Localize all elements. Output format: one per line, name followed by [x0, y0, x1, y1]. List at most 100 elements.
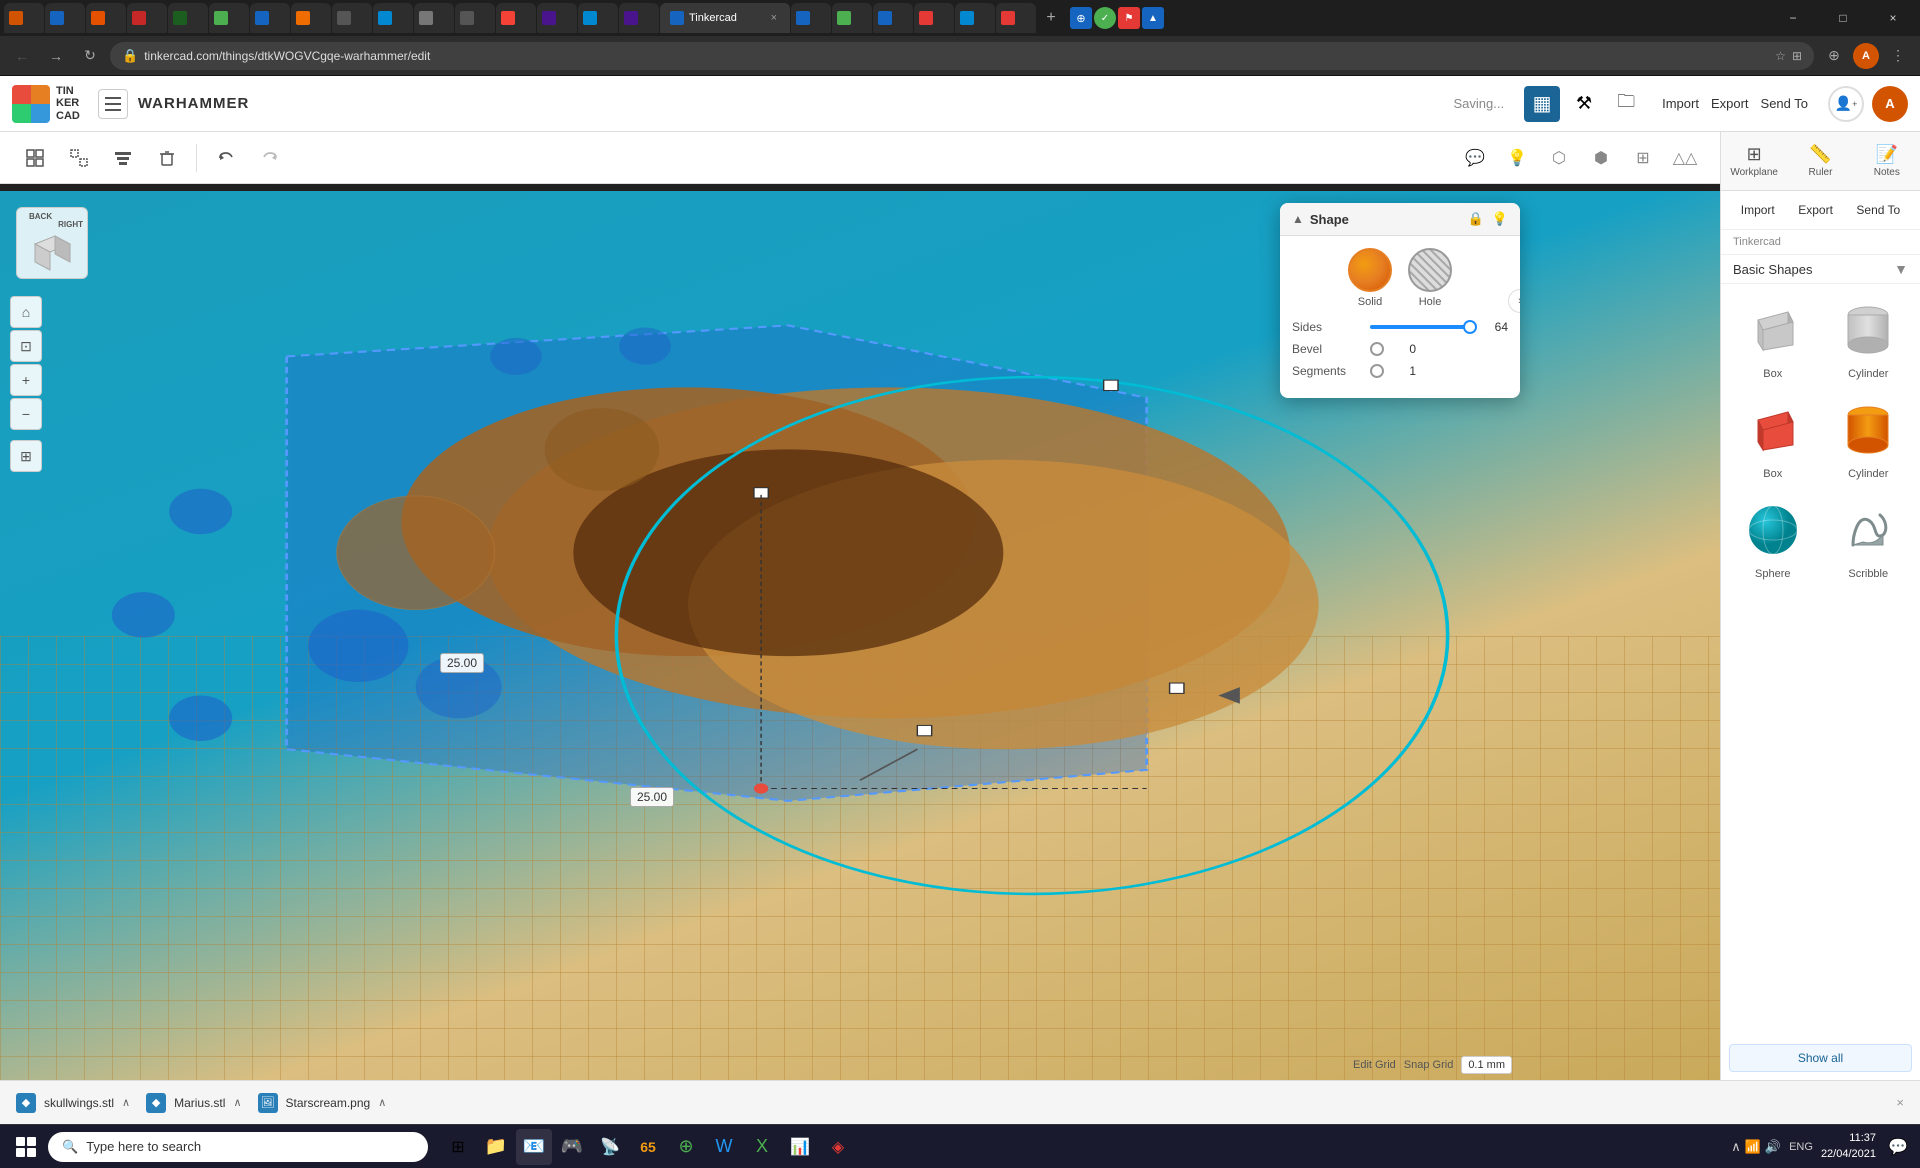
zoom-out-button[interactable]: −	[10, 398, 42, 430]
shape-panel-collapse[interactable]: ▲	[1292, 212, 1304, 226]
user-add-button[interactable]: 👤+	[1828, 86, 1864, 122]
tab-4[interactable]	[127, 3, 167, 33]
tab-7[interactable]	[250, 3, 290, 33]
download-chevron-1[interactable]: ∧	[122, 1096, 130, 1109]
word-icon[interactable]: W	[706, 1129, 742, 1165]
export-action[interactable]: Export	[1790, 199, 1841, 221]
extensions-button[interactable]: ⊕	[1820, 42, 1848, 70]
tab-13[interactable]	[496, 3, 536, 33]
shape-item-sphere[interactable]: Sphere	[1729, 492, 1817, 584]
lightbulb-icon[interactable]: 💡	[1492, 211, 1508, 227]
tab-10[interactable]	[373, 3, 413, 33]
new-tab-button[interactable]: +	[1037, 4, 1065, 32]
import-action[interactable]: Import	[1733, 199, 1783, 221]
file-explorer-icon[interactable]: 📁	[478, 1129, 514, 1165]
shape-item-box-red[interactable]: Box	[1729, 392, 1817, 484]
forward-button[interactable]: →	[42, 42, 70, 70]
chrome-icon[interactable]: ⊕	[668, 1129, 704, 1165]
download-item-2[interactable]: ◆ Marius.stl ∧	[146, 1093, 241, 1113]
view-btn-4[interactable]: ⬢	[1582, 139, 1620, 177]
navigation-cube[interactable]: RIGHT BACK	[16, 207, 88, 279]
outlook-icon[interactable]: 📧	[516, 1129, 552, 1165]
download-chevron-2[interactable]: ∧	[233, 1096, 241, 1109]
align-button[interactable]	[104, 139, 142, 177]
tab-6[interactable]	[209, 3, 249, 33]
tab-14[interactable]	[537, 3, 577, 33]
extension-puzzle-icon[interactable]: ⊞	[1792, 49, 1802, 63]
extension-2[interactable]: ✓	[1094, 7, 1116, 29]
solid-shape-type[interactable]: Solid	[1348, 248, 1392, 308]
download-item-1[interactable]: ◆ skullwings.stl ∧	[16, 1093, 130, 1113]
basic-shapes-dropdown[interactable]: ▼	[1894, 261, 1908, 277]
tray-arrow[interactable]: ∧	[1731, 1139, 1741, 1155]
delete-button[interactable]	[148, 139, 186, 177]
view-btn-5[interactable]: ⊞	[1624, 139, 1662, 177]
tab-20[interactable]	[873, 3, 913, 33]
home-view-button[interactable]: ⌂	[10, 296, 42, 328]
workplane-tab[interactable]: ⊞ Workplane	[1721, 136, 1787, 186]
lock-shape-icon[interactable]: 🔒	[1468, 211, 1484, 227]
snap-grid-value[interactable]: 0.1 mm	[1461, 1056, 1512, 1074]
bevel-circle[interactable]	[1370, 342, 1384, 356]
ungroup-button[interactable]	[60, 139, 98, 177]
number-icon[interactable]: 65	[630, 1129, 666, 1165]
group-button[interactable]	[16, 139, 54, 177]
ruler-tab[interactable]: 📏 Ruler	[1787, 136, 1853, 186]
maximize-button[interactable]: □	[1820, 0, 1866, 36]
segments-circle[interactable]	[1370, 364, 1384, 378]
tab-21[interactable]	[914, 3, 954, 33]
view-btn-2[interactable]: 💡	[1498, 139, 1536, 177]
undo-button[interactable]	[207, 139, 245, 177]
hamburger-menu[interactable]	[98, 89, 128, 119]
tab-8[interactable]	[291, 3, 331, 33]
show-all-button[interactable]: Show all	[1729, 1044, 1912, 1072]
import-button[interactable]: Import	[1662, 96, 1699, 111]
app-icon-2[interactable]: ◈	[820, 1129, 856, 1165]
tab-tinkercad[interactable]: Tinkercad ×	[660, 3, 790, 33]
folder-button[interactable]: 🗀	[1608, 86, 1644, 122]
tab-12[interactable]	[455, 3, 495, 33]
download-item-3[interactable]: 🖼 Starscream.png ∧	[258, 1093, 387, 1113]
sides-thumb[interactable]	[1463, 320, 1477, 334]
tab-9[interactable]	[332, 3, 372, 33]
tab-1[interactable]	[4, 3, 44, 33]
zoom-in-button[interactable]: +	[10, 364, 42, 396]
tab-19[interactable]	[832, 3, 872, 33]
close-button[interactable]: ×	[1870, 0, 1916, 36]
steam-icon[interactable]: 🎮	[554, 1129, 590, 1165]
shape-item-cylinder-grey[interactable]: Cylinder	[1825, 292, 1913, 384]
send-to-action[interactable]: Send To	[1848, 199, 1908, 221]
radio-icon[interactable]: 📡	[592, 1129, 628, 1165]
view-btn-6[interactable]: △△	[1666, 139, 1704, 177]
grid-view-button[interactable]: ▦	[1524, 86, 1560, 122]
tab-18[interactable]	[791, 3, 831, 33]
app-icon-1[interactable]: 📊	[782, 1129, 818, 1165]
extension-3[interactable]: ⚑	[1118, 7, 1140, 29]
download-chevron-3[interactable]: ∧	[378, 1096, 386, 1109]
taskview-icon[interactable]: ⊞	[440, 1129, 476, 1165]
tab-3[interactable]	[86, 3, 126, 33]
tab-close-btn[interactable]: ×	[768, 11, 780, 25]
start-button[interactable]	[8, 1129, 44, 1165]
tab-23[interactable]	[996, 3, 1036, 33]
basic-shapes-row[interactable]: Basic Shapes ▼	[1721, 255, 1920, 284]
shape-item-box-grey[interactable]: Box	[1729, 292, 1817, 384]
bookmark-icon[interactable]: ☆	[1775, 49, 1786, 63]
view-btn-1[interactable]: 💬	[1456, 139, 1494, 177]
tab-22[interactable]	[955, 3, 995, 33]
hammer-button[interactable]: ⚒	[1566, 86, 1602, 122]
tab-5[interactable]	[168, 3, 208, 33]
system-clock[interactable]: 11:37 22/04/2021	[1821, 1131, 1876, 1162]
notes-tab[interactable]: 📝 Notes	[1854, 136, 1920, 186]
tab-16[interactable]	[619, 3, 659, 33]
more-options-button[interactable]: ⋮	[1884, 42, 1912, 70]
notification-button[interactable]: 💬	[1884, 1133, 1912, 1161]
back-button[interactable]: ←	[8, 42, 36, 70]
send-to-button[interactable]: Send To	[1761, 96, 1808, 111]
profile-button[interactable]: A	[1852, 42, 1880, 70]
user-avatar[interactable]: A	[1872, 86, 1908, 122]
shape-item-scribble[interactable]: Scribble	[1825, 492, 1913, 584]
address-bar[interactable]: 🔒 tinkercad.com/things/dtkWOGVCgqe-warha…	[110, 42, 1814, 70]
download-bar-close[interactable]: ×	[1896, 1095, 1904, 1110]
tab-11[interactable]	[414, 3, 454, 33]
